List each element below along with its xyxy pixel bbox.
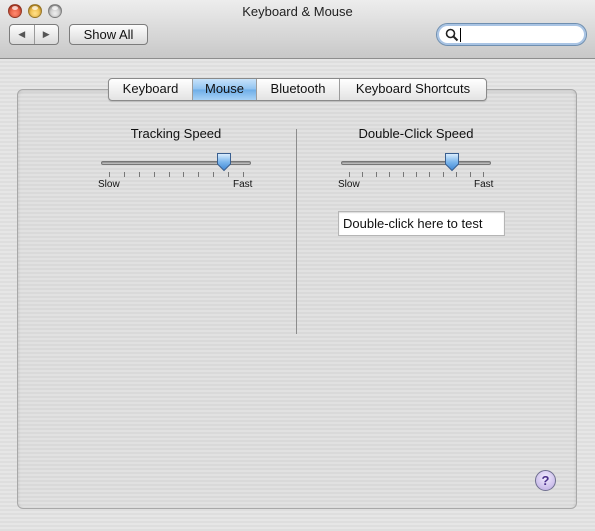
search-icon bbox=[445, 28, 459, 42]
search-input[interactable] bbox=[459, 26, 577, 43]
slider-tick bbox=[362, 172, 364, 177]
double-click-test-area[interactable]: Double-click here to test bbox=[338, 211, 505, 236]
right-arrow-icon: ▶ bbox=[42, 29, 50, 39]
slider-tick bbox=[416, 172, 417, 177]
slider-tick bbox=[349, 172, 350, 177]
slider-tick bbox=[228, 172, 230, 177]
double-click-fast-label: Fast bbox=[474, 179, 494, 190]
search-field[interactable] bbox=[436, 23, 587, 46]
tracking-speed-title: Tracking Speed bbox=[130, 126, 222, 141]
double-click-speed-title: Double-Click Speed bbox=[358, 126, 474, 141]
show-all-button[interactable]: Show All bbox=[69, 24, 148, 45]
text-caret bbox=[460, 28, 461, 42]
window: Keyboard & Mouse ◀ ▶ Show All Keyboard M… bbox=[0, 0, 595, 531]
double-click-speed-slider[interactable] bbox=[341, 152, 491, 192]
slider-track bbox=[341, 161, 491, 165]
tracking-speed-slider[interactable] bbox=[101, 152, 251, 192]
slider-tick bbox=[429, 172, 431, 177]
tracking-slow-label: Slow bbox=[98, 179, 120, 190]
slider-tick bbox=[243, 172, 244, 177]
slider-tick bbox=[483, 172, 484, 177]
slider-tick bbox=[198, 172, 200, 177]
slider-tick bbox=[138, 172, 140, 177]
double-click-slow-label: Slow bbox=[338, 179, 360, 190]
forward-button[interactable]: ▶ bbox=[33, 25, 59, 44]
slider-thumb[interactable] bbox=[444, 152, 460, 172]
slider-tick bbox=[442, 172, 444, 177]
tab-bar: Keyboard Mouse Bluetooth Keyboard Shortc… bbox=[108, 78, 487, 101]
slider-tick bbox=[109, 172, 110, 177]
tab-keyboard-shortcuts[interactable]: Keyboard Shortcuts bbox=[339, 79, 486, 100]
slider-tick bbox=[168, 172, 170, 177]
back-button[interactable]: ◀ bbox=[10, 25, 34, 44]
tab-mouse[interactable]: Mouse bbox=[192, 79, 256, 100]
help-button[interactable]: ? bbox=[535, 470, 556, 491]
titlebar: Keyboard & Mouse ◀ ▶ Show All bbox=[0, 0, 595, 59]
slider-tick bbox=[375, 172, 377, 177]
slider-tick bbox=[123, 172, 125, 177]
slider-tick bbox=[213, 172, 215, 177]
slider-tick bbox=[183, 172, 185, 177]
slider-tick bbox=[456, 172, 458, 177]
navigation-buttons: ◀ ▶ bbox=[9, 24, 59, 45]
left-arrow-icon: ◀ bbox=[18, 29, 26, 39]
slider-tick bbox=[402, 172, 404, 177]
slider-tick bbox=[153, 172, 155, 177]
window-title: Keyboard & Mouse bbox=[242, 4, 353, 19]
slider-tick bbox=[469, 172, 471, 177]
tracking-fast-label: Fast bbox=[233, 179, 253, 190]
slider-tick bbox=[389, 172, 391, 177]
tab-keyboard[interactable]: Keyboard bbox=[109, 79, 192, 100]
content-area: Keyboard Mouse Bluetooth Keyboard Shortc… bbox=[0, 59, 595, 531]
section-divider bbox=[296, 129, 297, 334]
slider-thumb[interactable] bbox=[216, 152, 232, 172]
tab-bluetooth[interactable]: Bluetooth bbox=[256, 79, 339, 100]
